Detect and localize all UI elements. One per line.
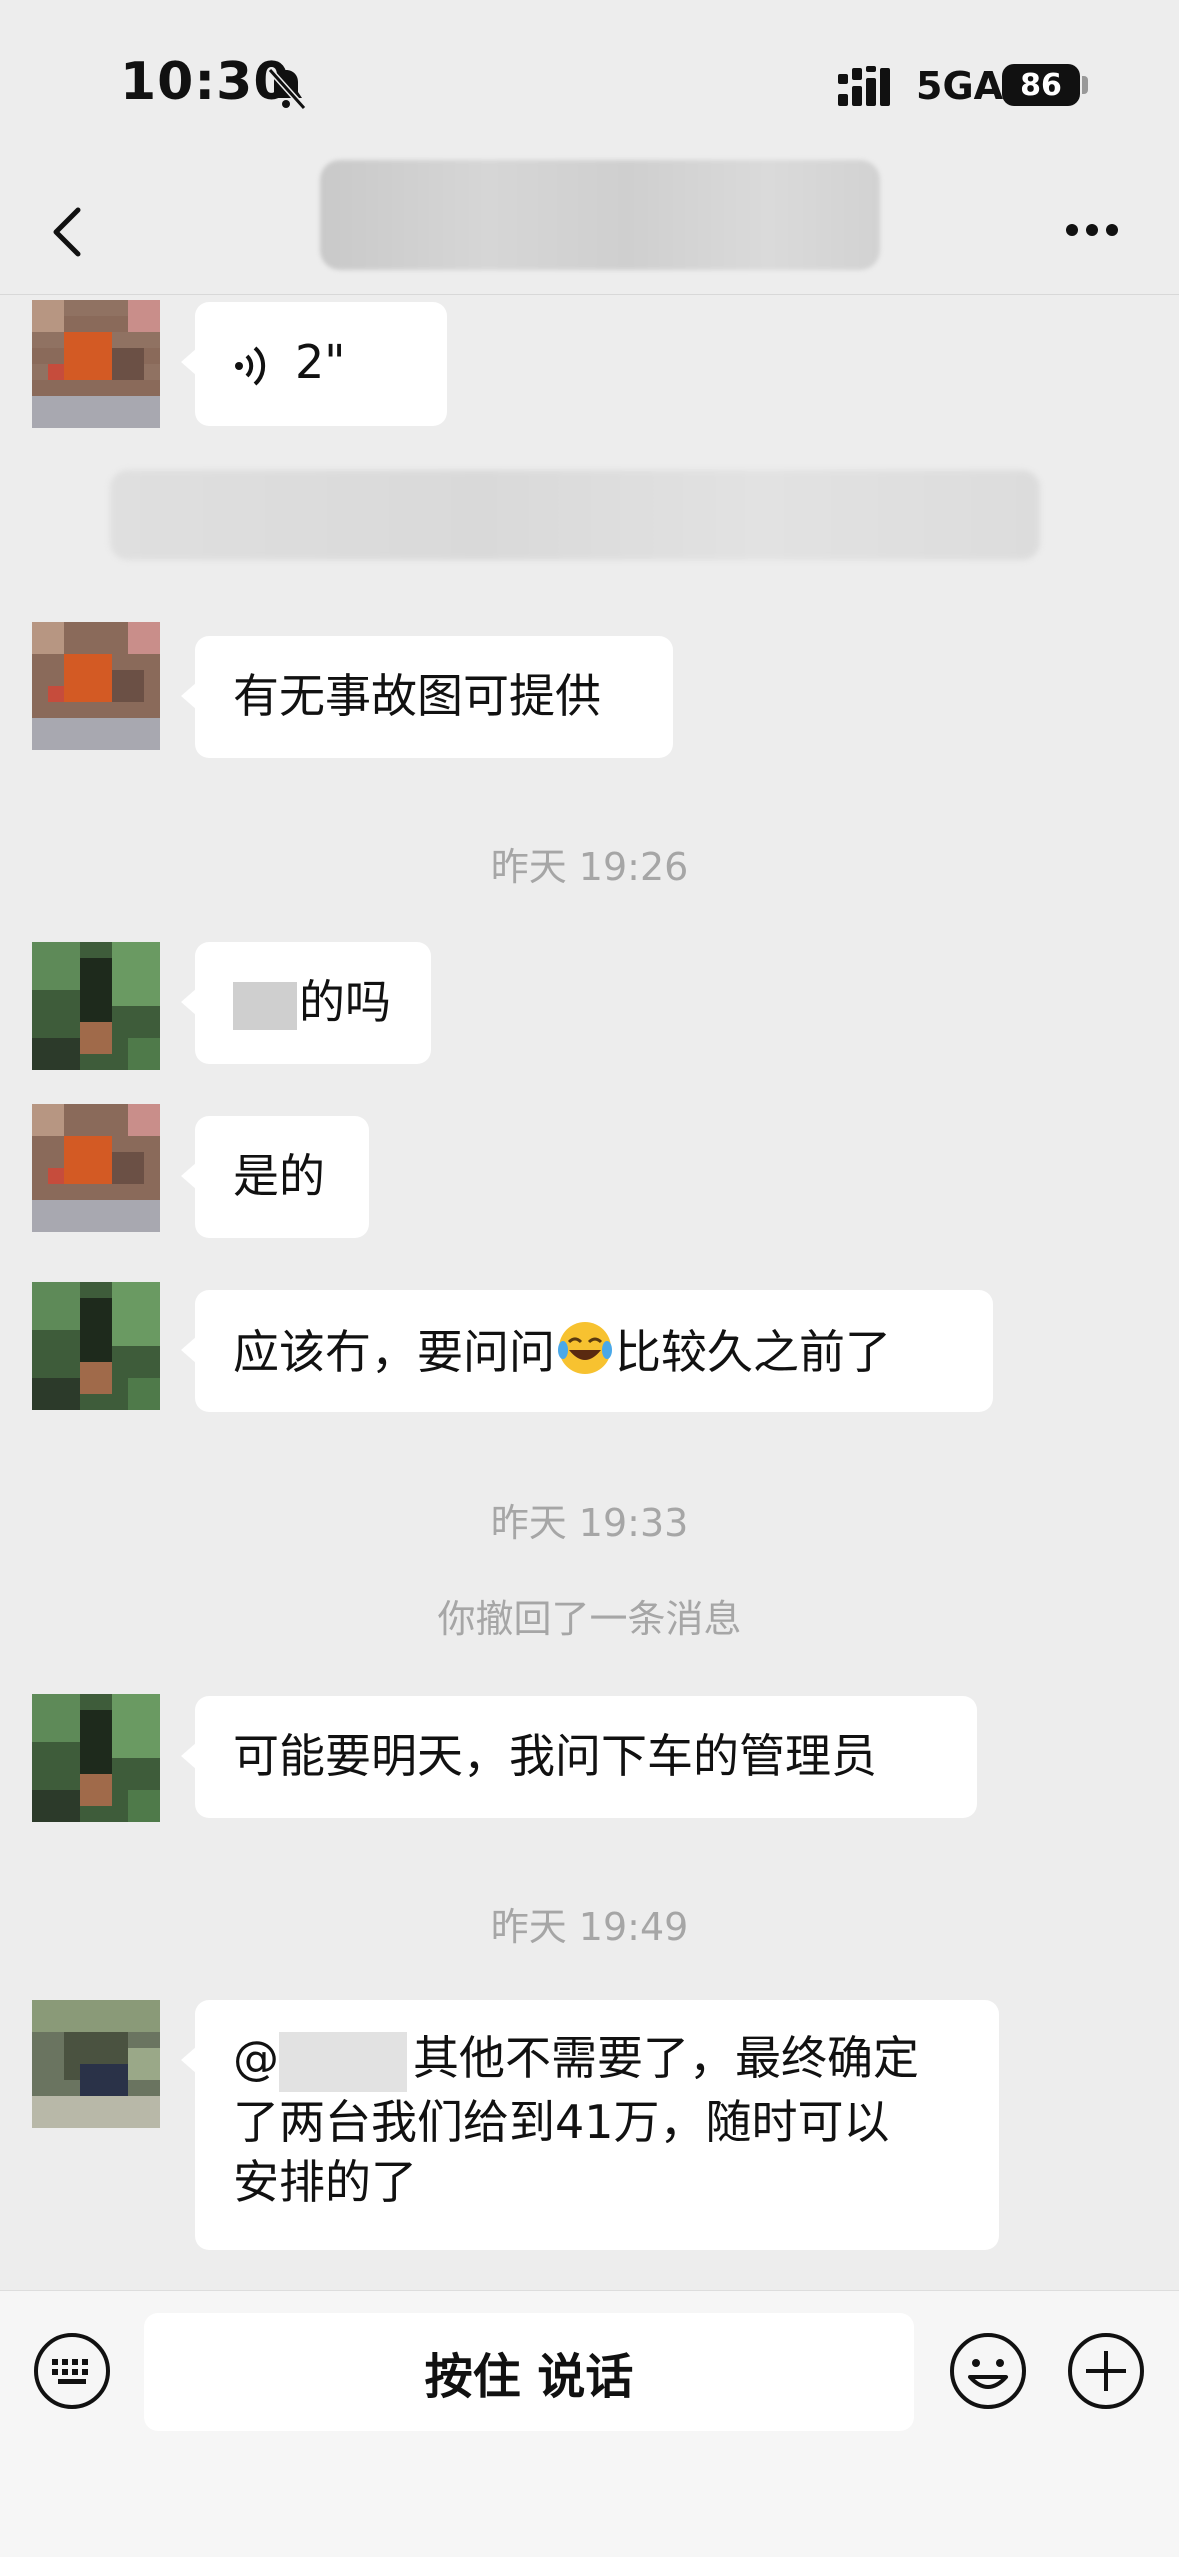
message-bubble[interactable]: 的吗 xyxy=(181,942,431,1064)
voice-duration: 2" xyxy=(295,335,346,389)
avatar-contact-c[interactable] xyxy=(32,2000,160,2128)
timestamp: 昨天 19:26 xyxy=(490,845,689,889)
message-text: 其他不需要了，最终确定 xyxy=(413,2031,919,2085)
blurred-mention-name xyxy=(279,2031,407,2092)
voice-wave-icon xyxy=(235,346,266,385)
keyboard-toggle-icon[interactable] xyxy=(32,2331,112,2411)
message-line: @ 其他不需要了，最终确定 xyxy=(233,2028,961,2092)
more-options-icon[interactable] xyxy=(1064,222,1120,238)
message-bubble[interactable]: 可能要明天，我问下车的管理员 xyxy=(181,1696,977,1818)
network-type: 5GA xyxy=(916,64,1004,108)
message-text: 可能要明天，我问下车的管理员 xyxy=(233,1729,877,1783)
recall-notice: 你撤回了一条消息 xyxy=(437,1597,742,1641)
chat-input-bar: 按住 说话 xyxy=(0,2290,1179,2557)
battery-level: 86 xyxy=(1002,64,1080,106)
message-bubble-mention[interactable]: @ 其他不需要了，最终确定 了两台我们给到41万，随时可以 安排的了 xyxy=(181,2000,999,2250)
message-line: 安排的了 xyxy=(233,2154,417,2209)
avatar-contact-a[interactable] xyxy=(32,1104,160,1232)
timestamp: 昨天 19:49 xyxy=(490,1905,689,1949)
avatar-contact-a[interactable] xyxy=(32,622,160,750)
mute-bell-icon xyxy=(267,67,307,111)
avatar-contact-b[interactable] xyxy=(32,1694,160,1822)
blurred-name-fragment xyxy=(233,981,297,1030)
message-text: 是的 xyxy=(233,1149,325,1203)
back-chevron-icon[interactable] xyxy=(40,200,100,264)
message-text: 比较久之前了 xyxy=(615,1325,891,1379)
message-text: 应该冇，要问问 xyxy=(233,1325,555,1379)
status-bar: 10:30 5GA 86 xyxy=(0,0,1179,170)
message-line: 了两台我们给到41万，随时可以 xyxy=(233,2094,890,2149)
blurred-system-line xyxy=(110,470,1040,560)
message-bubble-voice[interactable]: 2" xyxy=(181,302,447,426)
avatar-contact-b[interactable] xyxy=(32,1282,160,1410)
timestamp: 昨天 19:33 xyxy=(490,1501,689,1545)
battery-cap xyxy=(1082,76,1088,94)
more-actions-plus-icon[interactable] xyxy=(1066,2331,1146,2411)
message-text: 有无事故图可提供 xyxy=(233,669,601,723)
message-bubble[interactable]: 是的 xyxy=(181,1116,369,1238)
laughing-tears-emoji-icon xyxy=(558,1322,612,1374)
message-bubble[interactable]: 应该冇，要问问 比较久之前了 xyxy=(181,1290,993,1412)
hold-to-talk-button[interactable]: 按住 说话 xyxy=(144,2313,914,2431)
message-text: 的吗 xyxy=(299,975,391,1029)
emoji-picker-icon[interactable] xyxy=(948,2331,1028,2411)
mention-symbol: @ xyxy=(233,2031,279,2085)
message-bubble[interactable]: 有无事故图可提供 xyxy=(181,636,673,758)
avatar-contact-a[interactable] xyxy=(32,300,160,428)
avatar-contact-b[interactable] xyxy=(32,942,160,1070)
signal-icon xyxy=(838,66,890,106)
chat-title-blurred xyxy=(320,160,880,270)
